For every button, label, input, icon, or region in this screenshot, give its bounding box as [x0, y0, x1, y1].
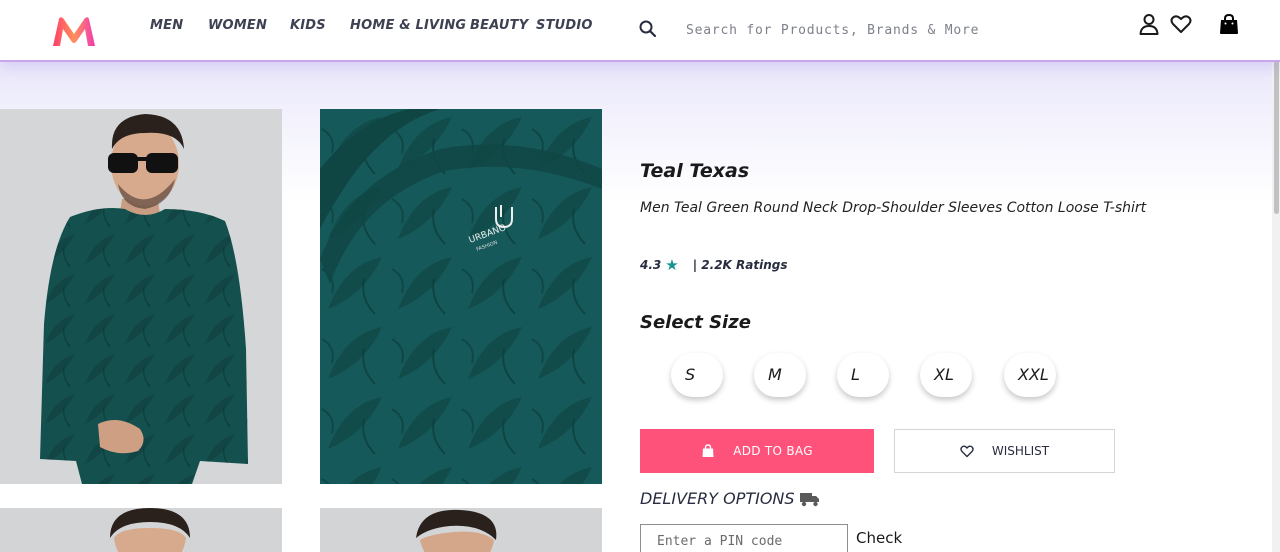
heart-icon	[960, 445, 974, 458]
nav-men[interactable]: MEN	[150, 18, 208, 33]
wishlist-button[interactable]: WISHLIST	[894, 429, 1115, 473]
heart-icon[interactable]	[1170, 13, 1192, 35]
nav-studio[interactable]: STUDIO	[536, 18, 596, 33]
product-image-model-side[interactable]	[320, 508, 602, 552]
product-image-model-front[interactable]	[0, 109, 282, 484]
pincode-input[interactable]	[640, 524, 848, 552]
bag-icon[interactable]	[1218, 13, 1240, 35]
top-header: MEN WOMEN KIDS HOME & LIVING BEAUTY STUD…	[0, 0, 1280, 62]
product-image-collar-closeup[interactable]: URBANO FASHION	[320, 109, 602, 484]
check-pincode-button[interactable]: Check	[856, 529, 902, 547]
main-nav: MEN WOMEN KIDS HOME & LIVING BEAUTY STUD…	[150, 18, 596, 33]
ratings-count: | 2.2K Ratings	[692, 258, 788, 272]
select-size-title: Select Size	[640, 312, 751, 333]
rating-summary[interactable]: 4.3 ★ | 2.2K Ratings	[640, 256, 787, 274]
search-icon[interactable]	[638, 19, 658, 39]
size-option-xl[interactable]: XL	[920, 353, 972, 397]
nav-beauty[interactable]: BEAUTY	[470, 18, 536, 33]
add-to-bag-button[interactable]: ADD TO BAG	[640, 429, 874, 473]
size-option-l[interactable]: L	[837, 353, 889, 397]
search-input[interactable]	[676, 14, 1056, 46]
delivery-options-title: DELIVERY OPTIONS	[640, 489, 821, 508]
size-option-s[interactable]: S	[671, 353, 723, 397]
nav-home-living[interactable]: HOME & LIVING	[350, 18, 470, 33]
nav-women[interactable]: WOMEN	[208, 18, 290, 33]
size-option-m[interactable]: M	[754, 353, 806, 397]
product-name: Men Teal Green Round Neck Drop-Shoulder …	[640, 200, 1147, 216]
nav-kids[interactable]: KIDS	[290, 18, 350, 33]
myntra-logo-icon[interactable]	[50, 16, 98, 48]
product-image-model-front-2[interactable]	[0, 508, 282, 552]
rating-value: 4.3	[640, 258, 662, 272]
size-option-xxl[interactable]: XXL	[1004, 353, 1056, 397]
product-brand: Teal Texas	[640, 160, 750, 182]
bag-icon	[702, 444, 714, 457]
add-to-bag-label: ADD TO BAG	[733, 444, 813, 458]
product-page: MEN WOMEN KIDS HOME & LIVING BEAUTY STUD…	[0, 0, 1280, 552]
profile-icon[interactable]	[1138, 13, 1160, 35]
wishlist-label: WISHLIST	[991, 444, 1050, 458]
delivery-options-label: DELIVERY OPTIONS	[640, 489, 795, 508]
truck-icon	[799, 492, 819, 506]
star-icon: ★	[665, 256, 679, 274]
